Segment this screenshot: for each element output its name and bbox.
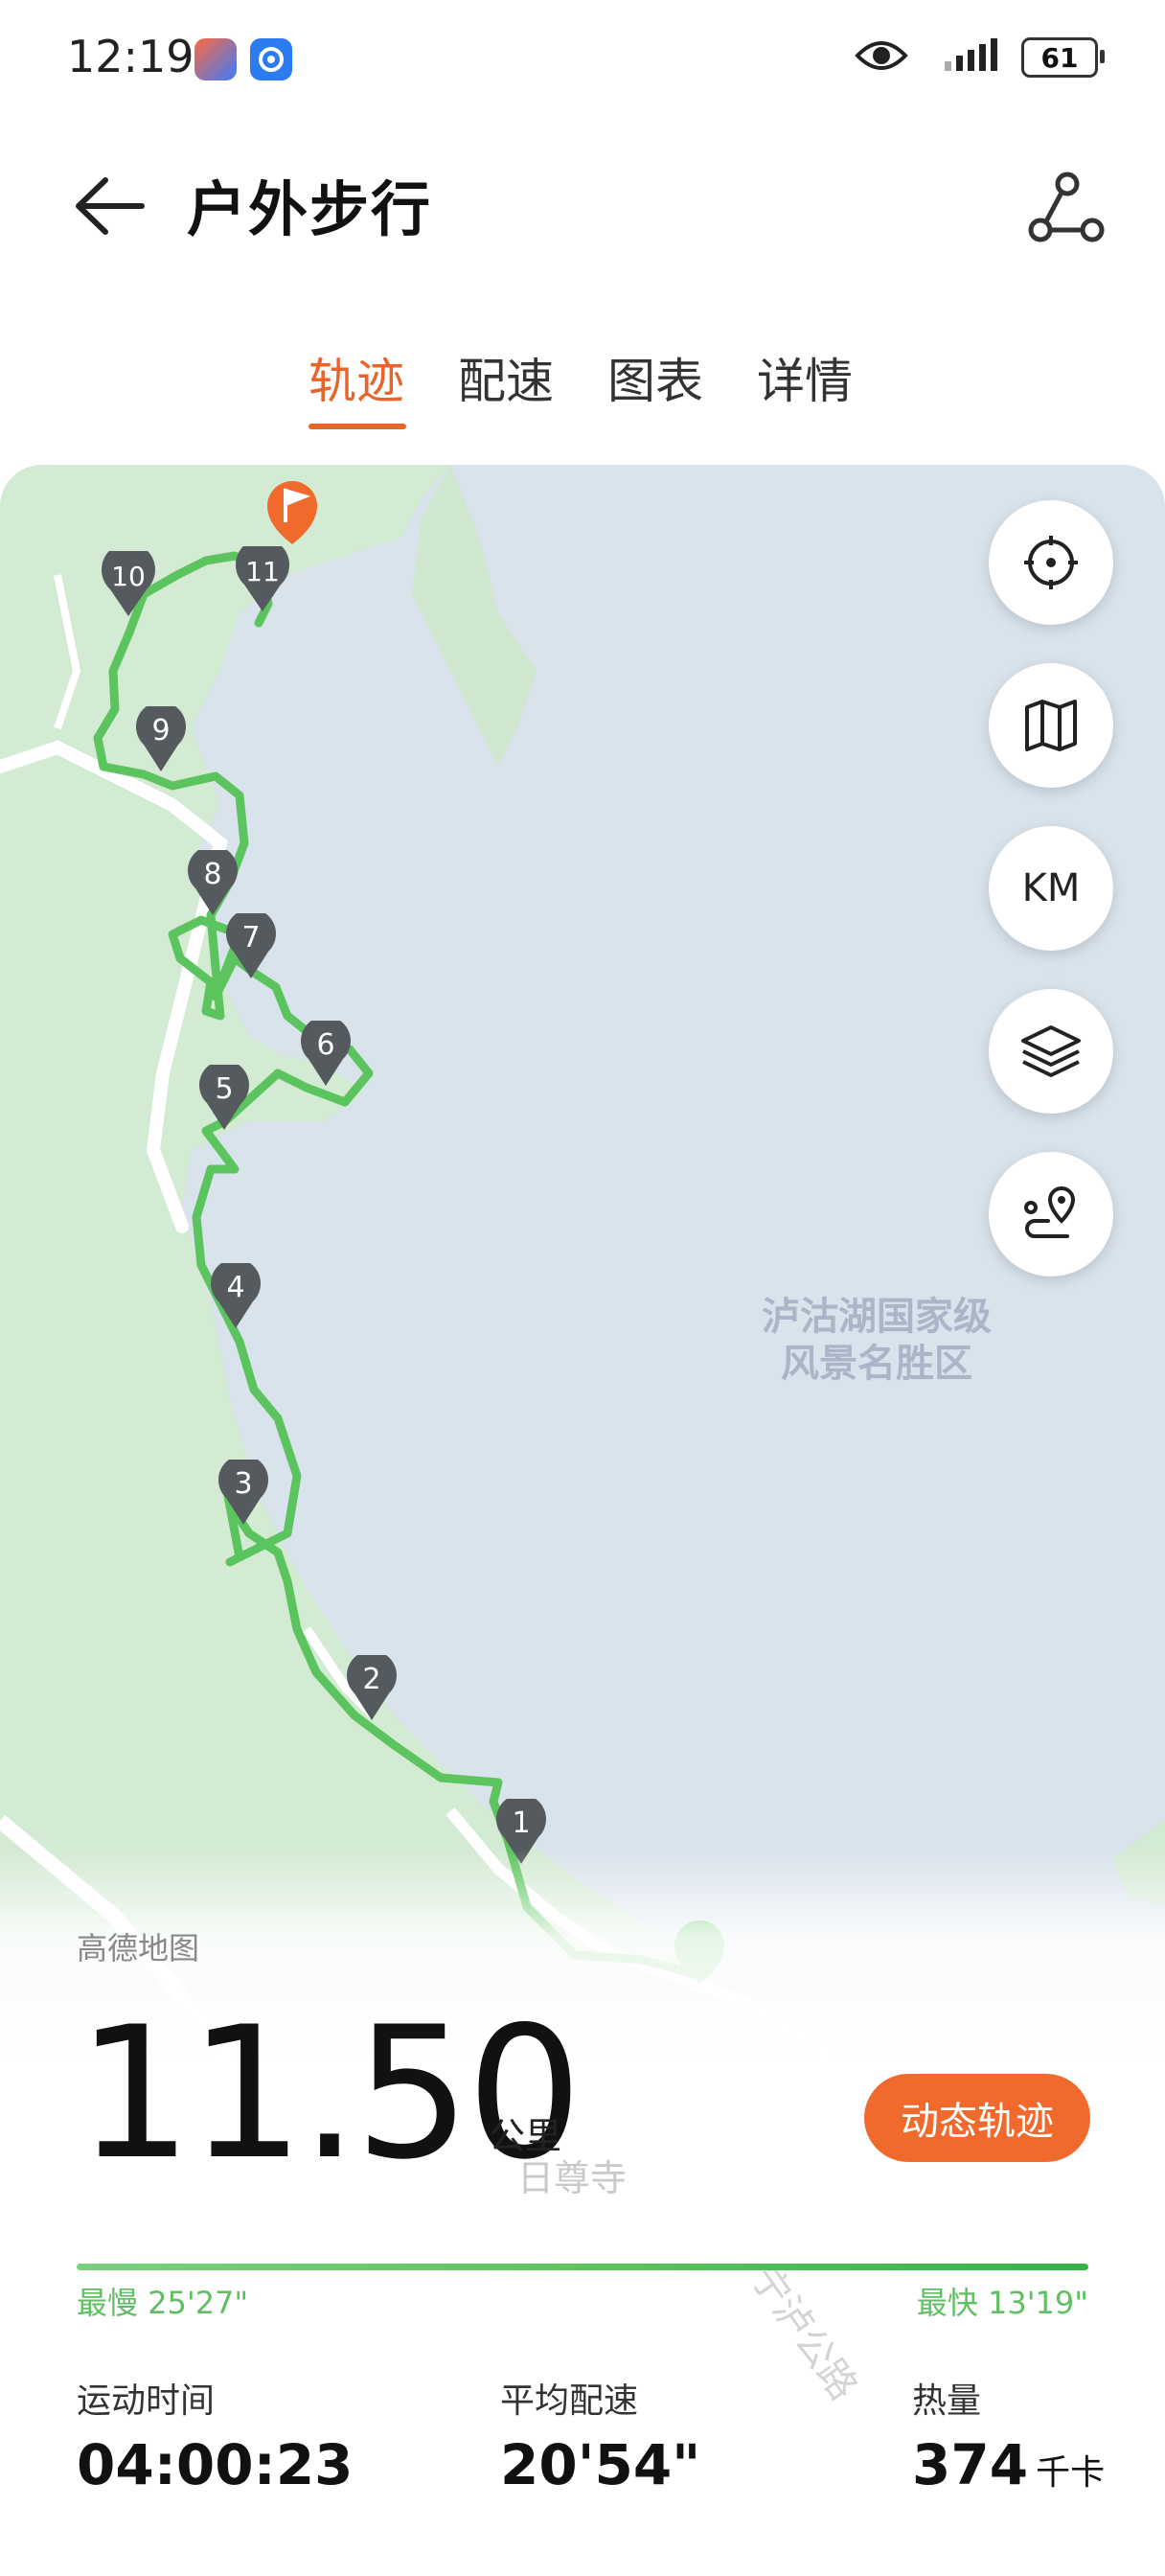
crosshair-icon <box>1024 536 1078 589</box>
status-time: 12:19 <box>67 31 194 82</box>
stat-value-duration: 04:00:23 <box>77 2432 354 2497</box>
stat-value-avg-pace: 20'54" <box>500 2432 701 2497</box>
arrow-left-icon <box>76 177 145 235</box>
km-label: KM <box>1021 866 1081 910</box>
tab-charts[interactable]: 图表 <box>607 343 703 412</box>
back-button[interactable] <box>67 163 153 249</box>
locate-button[interactable] <box>989 500 1113 625</box>
km-marker[interactable]: 6 <box>301 1016 351 1088</box>
fastest-pace: 最快 13'19" <box>916 2285 1088 2321</box>
pace-range-bar <box>77 2264 1088 2270</box>
battery-icon: 61 <box>1021 37 1105 78</box>
route-button[interactable] <box>989 1152 1113 1276</box>
stat-label-avg-pace: 平均配速 <box>500 2381 639 2421</box>
calories-unit: 千卡 <box>1036 2453 1106 2493</box>
app-notification-icon <box>194 38 237 80</box>
km-marker[interactable]: 2 <box>347 1650 397 1722</box>
map-icon <box>1025 700 1077 751</box>
km-button[interactable]: KM <box>989 826 1113 951</box>
tab-track[interactable]: 轨迹 <box>308 343 404 412</box>
share-route-button[interactable] <box>1021 165 1108 251</box>
km-marker[interactable]: 11 <box>236 538 289 613</box>
layers-icon <box>1021 1025 1081 1077</box>
km-marker[interactable]: 8 <box>188 845 238 917</box>
map-attribution: 高德地图 <box>77 1930 200 1966</box>
stat-value-calories: 374 千卡 <box>912 2432 1105 2497</box>
km-marker[interactable]: 10 <box>102 542 155 618</box>
status-indicators: 61 <box>855 36 1105 79</box>
km-marker[interactable]: 4 <box>211 1258 261 1330</box>
route-pin-icon <box>1024 1185 1076 1238</box>
poi-label-line2: 风景名胜区 <box>781 1341 972 1386</box>
km-marker[interactable]: 3 <box>218 1455 268 1527</box>
tab-bar: 轨迹 配速 图表 详情 <box>0 343 1165 439</box>
eye-icon <box>855 36 908 79</box>
km-marker[interactable]: 5 <box>199 1060 249 1132</box>
poi-label-line1: 泸沽湖国家级 <box>762 1295 992 1339</box>
page-title: 户外步行 <box>187 174 433 244</box>
poi-label: 泸沽湖国家级 风景名胜区 <box>762 1294 992 1388</box>
km-marker[interactable]: 9 <box>136 702 186 773</box>
layers-button[interactable] <box>989 989 1113 1114</box>
km-marker[interactable]: 7 <box>226 908 276 980</box>
tab-details[interactable]: 详情 <box>757 343 853 412</box>
tab-active-indicator <box>308 424 406 429</box>
share-route-icon <box>1028 172 1105 242</box>
stat-label-calories: 热量 <box>912 2381 982 2421</box>
calories-value: 374 <box>912 2432 1029 2497</box>
stat-label-duration: 运动时间 <box>77 2381 216 2421</box>
app-notification-icon <box>250 38 292 80</box>
map-type-button[interactable] <box>989 663 1113 788</box>
tab-pace[interactable]: 配速 <box>458 343 554 412</box>
signal-icon <box>929 36 1000 79</box>
distance-unit: 公里 <box>489 2115 562 2157</box>
slowest-pace: 最慢 25'27" <box>77 2285 249 2321</box>
dynamic-track-button[interactable]: 动态轨迹 <box>864 2074 1090 2162</box>
